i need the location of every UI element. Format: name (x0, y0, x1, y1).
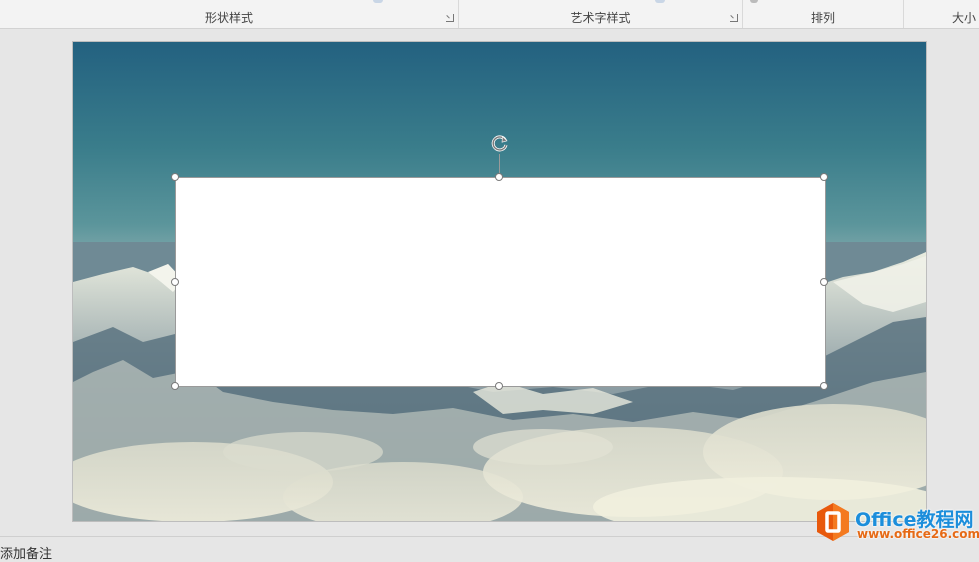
ribbon-group-shape-styles: 形状样式 (0, 0, 459, 28)
resize-handle-top[interactable] (495, 173, 503, 181)
rotate-handle-icon[interactable] (489, 132, 511, 154)
ribbon-group-label: 艺术字样式 (570, 11, 631, 25)
notes-placeholder[interactable]: 添加备注 (0, 543, 52, 562)
ribbon-group-label: 形状样式 (204, 11, 253, 25)
resize-handle-right[interactable] (820, 278, 828, 286)
resize-handle-left[interactable] (171, 278, 179, 286)
ribbon-group-label: 排列 (810, 11, 835, 25)
office-logo-icon (817, 503, 849, 541)
wordart-styles-dialog-launcher-icon[interactable] (730, 14, 738, 22)
watermark: Office教程网 www.office26.com (815, 502, 979, 542)
resize-handle-top-left[interactable] (171, 173, 179, 181)
watermark-url: www.office26.com (857, 527, 979, 541)
ribbon-group-arrange: 排列 (743, 0, 904, 28)
resize-handle-bottom-right[interactable] (820, 382, 828, 390)
ribbon-group-size: 大小 (904, 0, 979, 28)
ribbon-group-label: 大小 (951, 11, 976, 25)
ribbon-group-wordart-styles: 艺术字样式 (459, 0, 743, 28)
ribbon-group-strip: 形状样式 艺术字样式 排列 大小 (0, 0, 979, 29)
resize-handle-bottom-left[interactable] (171, 382, 179, 390)
shape-styles-dialog-launcher-icon[interactable] (446, 14, 454, 22)
resize-handle-top-right[interactable] (820, 173, 828, 181)
resize-handle-bottom[interactable] (495, 382, 503, 390)
slide-canvas[interactable] (72, 41, 927, 522)
selected-rectangle-shape[interactable] (175, 177, 826, 387)
